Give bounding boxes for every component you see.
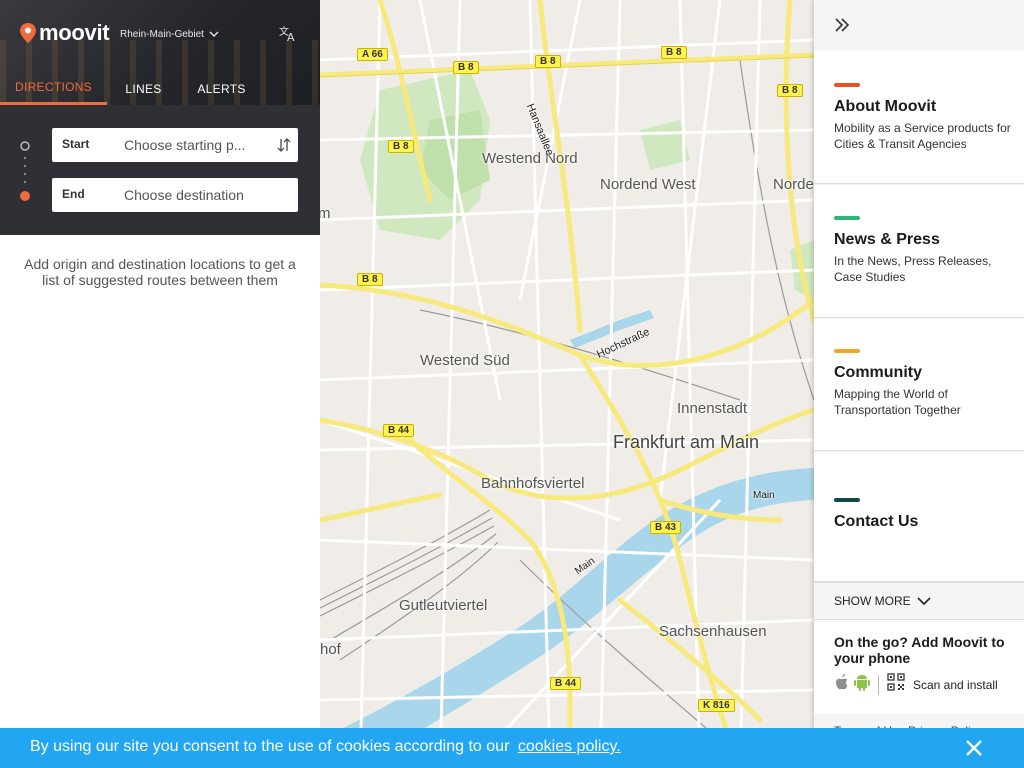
chevron-down-icon xyxy=(917,594,931,608)
svg-text:A: A xyxy=(287,31,295,44)
road-shield-b8: B 8 xyxy=(388,140,414,153)
cookie-message: By using our site you consent to the use… xyxy=(30,738,510,755)
road-shield-b44: B 44 xyxy=(550,677,582,690)
road-shield-b44: B 44 xyxy=(383,424,415,437)
cookie-policy-link[interactable]: cookies policy. xyxy=(518,738,621,755)
location-pin-icon xyxy=(20,23,36,43)
tab-lines[interactable]: LINES xyxy=(107,72,180,105)
map-label-bahnhofsviertel: Bahnhofsviertel xyxy=(481,475,585,492)
region-label: Rhein-Main-Gebiet xyxy=(120,29,204,40)
cookie-consent-bar: By using our site you consent to the use… xyxy=(0,728,1024,768)
translate-icon[interactable]: 文A xyxy=(278,24,300,44)
right-panel: About Moovit Mobility as a Service produ… xyxy=(814,0,1024,768)
card-description: Mobility as a Service products for Citie… xyxy=(834,121,1011,151)
end-label: End xyxy=(62,187,85,201)
map-label-nordend: Norde xyxy=(773,176,814,193)
road-shield-k816: K 816 xyxy=(698,699,735,712)
road-shield-b8: B 8 xyxy=(535,55,561,68)
road-shield-b43: B 43 xyxy=(650,521,682,534)
card-accent-bar xyxy=(834,83,860,87)
road-shield-a66: A 66 xyxy=(357,48,388,61)
close-icon[interactable] xyxy=(964,738,984,758)
card-accent-bar xyxy=(834,498,860,502)
routes-hint: Add origin and destination locations to … xyxy=(24,256,296,288)
start-input[interactable] xyxy=(124,128,274,162)
app-title: On the go? Add Moovit to your phone xyxy=(834,634,1005,666)
app-links: Scan and install xyxy=(834,673,998,696)
card-title: About Moovit xyxy=(834,98,937,115)
show-more-label: SHOW MORE xyxy=(834,594,911,608)
card-contact-us[interactable]: Contact Us xyxy=(814,452,1024,582)
tab-alerts[interactable]: ALERTS xyxy=(180,72,263,105)
end-field: End xyxy=(52,178,298,212)
road-shield-b8: B 8 xyxy=(357,273,383,286)
double-chevron-right-icon[interactable] xyxy=(834,16,850,34)
swap-icon[interactable] xyxy=(276,137,292,153)
header: moovit Rhein-Main-Gebiet 文A DIRECTIONS L… xyxy=(0,0,320,105)
show-more-button[interactable]: SHOW MORE xyxy=(814,582,1024,620)
moovit-logo[interactable]: moovit xyxy=(20,20,110,46)
route-indicator xyxy=(19,140,31,201)
apple-icon[interactable] xyxy=(834,673,850,696)
map-label-gutleutviertel: Gutleutviertel xyxy=(399,597,488,614)
start-label: Start xyxy=(62,137,90,151)
map-label-edge-hof: hof xyxy=(320,641,341,658)
qr-code-icon[interactable] xyxy=(887,673,905,696)
map-label-innenstadt: Innenstadt xyxy=(677,400,748,417)
start-field: Start xyxy=(52,128,298,162)
map-canvas xyxy=(320,0,814,768)
brand-name: moovit xyxy=(39,20,110,45)
map[interactable]: Westend Nord Nordend West Norde Westend … xyxy=(320,0,814,768)
card-title: Community xyxy=(834,364,922,381)
map-label-frankfurt: Frankfurt am Main xyxy=(613,432,760,452)
android-icon[interactable] xyxy=(854,673,870,696)
map-label-westend-nord: Westend Nord xyxy=(482,150,578,167)
card-description: Mapping the World of Transportation Toge… xyxy=(834,387,961,417)
map-label-main-1: Main xyxy=(753,490,775,501)
card-about-moovit[interactable]: About Moovit Mobility as a Service produ… xyxy=(814,51,1024,184)
card-title: News & Press xyxy=(834,231,940,248)
card-community[interactable]: Community Mapping the World of Transport… xyxy=(814,319,1024,451)
road-shield-b8: B 8 xyxy=(777,84,803,97)
search-box xyxy=(0,105,320,235)
region-selector[interactable]: Rhein-Main-Gebiet xyxy=(120,29,219,40)
app-download-box: On the go? Add Moovit to your phone Scan… xyxy=(814,622,1024,714)
map-label-edge-m: m xyxy=(320,205,331,222)
left-panel: moovit Rhein-Main-Gebiet 文A DIRECTIONS L… xyxy=(0,0,320,768)
map-label-nordend-west: Nordend West xyxy=(600,176,696,193)
map-label-sachsenhausen: Sachsenhausen xyxy=(659,623,767,640)
chevron-down-icon xyxy=(209,29,219,40)
card-description: In the News, Press Releases, Case Studie… xyxy=(834,254,992,284)
card-title: Contact Us xyxy=(834,513,919,530)
card-accent-bar xyxy=(834,349,860,353)
map-label-westend-sued: Westend Süd xyxy=(420,352,510,369)
card-news-press[interactable]: News & Press In the News, Press Releases… xyxy=(814,185,1024,318)
cookie-text: By using our site you consent to the use… xyxy=(30,738,621,756)
end-input[interactable] xyxy=(124,178,274,212)
tab-bar: DIRECTIONS LINES ALERTS xyxy=(0,72,320,105)
divider xyxy=(878,674,879,695)
scan-install-label[interactable]: Scan and install xyxy=(913,678,998,692)
road-shield-b8: B 8 xyxy=(661,46,687,59)
road-shield-b8: B 8 xyxy=(453,61,479,74)
tab-directions[interactable]: DIRECTIONS xyxy=(0,72,107,105)
card-accent-bar xyxy=(834,216,860,220)
